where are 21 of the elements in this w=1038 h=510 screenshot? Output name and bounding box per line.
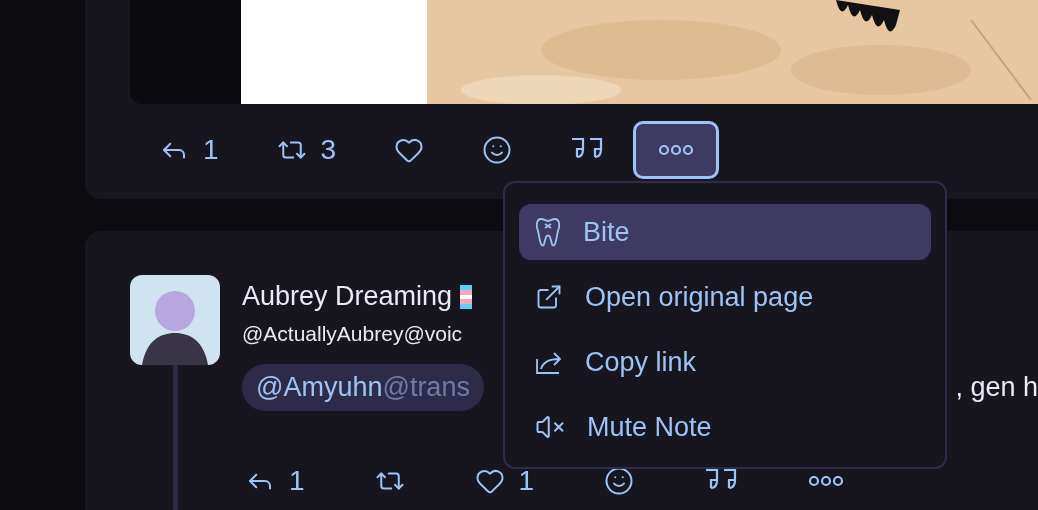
reply-button[interactable]: 1 [216,461,334,501]
repost-button[interactable]: 3 [247,121,366,179]
smiley-icon [482,135,513,165]
smiley-icon [604,466,635,496]
flag-icon [460,284,473,309]
menu-item[interactable]: Copy link [519,334,931,390]
tooth-icon [535,217,561,247]
more-icon [808,475,845,487]
reply-button[interactable]: 1 [130,121,248,179]
like-button[interactable]: 1 [445,461,564,501]
external-link-icon [535,283,563,311]
author-handle: @ActuallyAubrey@voic [242,322,464,346]
menu-item[interactable]: Bite [519,204,931,260]
note-text: , gen h [955,372,1038,403]
menu-item[interactable]: Open original page [519,269,931,325]
author-name: Aubrey Dreaming [242,281,453,312]
share-icon [535,349,563,375]
more-button[interactable] [633,121,720,179]
mention-link[interactable]: @Amyuhn@trans [242,364,484,411]
more-icon [658,144,695,156]
menu-item[interactable]: Mute Note [519,399,931,455]
